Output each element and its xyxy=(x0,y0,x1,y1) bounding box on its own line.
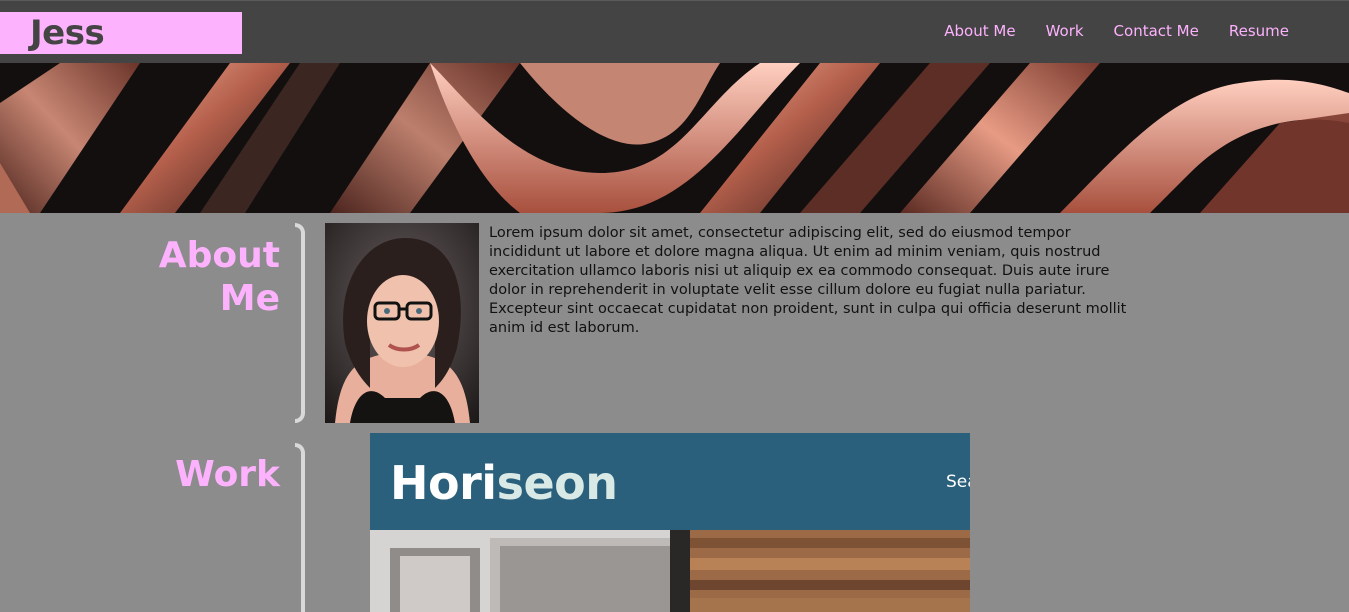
about-title-line2: Me xyxy=(219,278,280,319)
project-nav-link[interactable]: Sea xyxy=(946,471,970,493)
about-section-title: About Me xyxy=(30,234,280,320)
project-title: Horiseon xyxy=(390,457,618,509)
nav-work[interactable]: Work xyxy=(1046,21,1084,41)
project-screenshot[interactable]: Horiseon Sea xyxy=(370,433,970,612)
main-nav: About Me Work Contact Me Resume xyxy=(944,21,1289,41)
portrait-photo xyxy=(325,223,479,423)
nav-contact-me[interactable]: Contact Me xyxy=(1114,21,1199,41)
nav-resume[interactable]: Resume xyxy=(1229,21,1289,41)
work-section-title: Work xyxy=(175,454,280,495)
hero-banner xyxy=(0,63,1349,213)
project-title-part1: Hori xyxy=(390,456,497,510)
copper-abstract-hero-image xyxy=(0,63,1349,213)
work-divider xyxy=(295,443,305,612)
about-title-line1: About xyxy=(158,235,280,276)
project-title-part2: seon xyxy=(496,456,618,510)
site-brand[interactable]: Jess Skelton xyxy=(0,12,242,95)
about-divider xyxy=(295,223,305,423)
about-paragraph: Lorem ipsum dolor sit amet, consectetur … xyxy=(489,225,1127,336)
nav-about-me[interactable]: About Me xyxy=(944,21,1015,41)
project-header: Horiseon Sea xyxy=(370,433,970,530)
portrait-image xyxy=(325,223,479,423)
project-photo xyxy=(370,530,970,612)
site-header: Jess Skelton About Me Work Contact Me Re… xyxy=(0,0,1349,95)
